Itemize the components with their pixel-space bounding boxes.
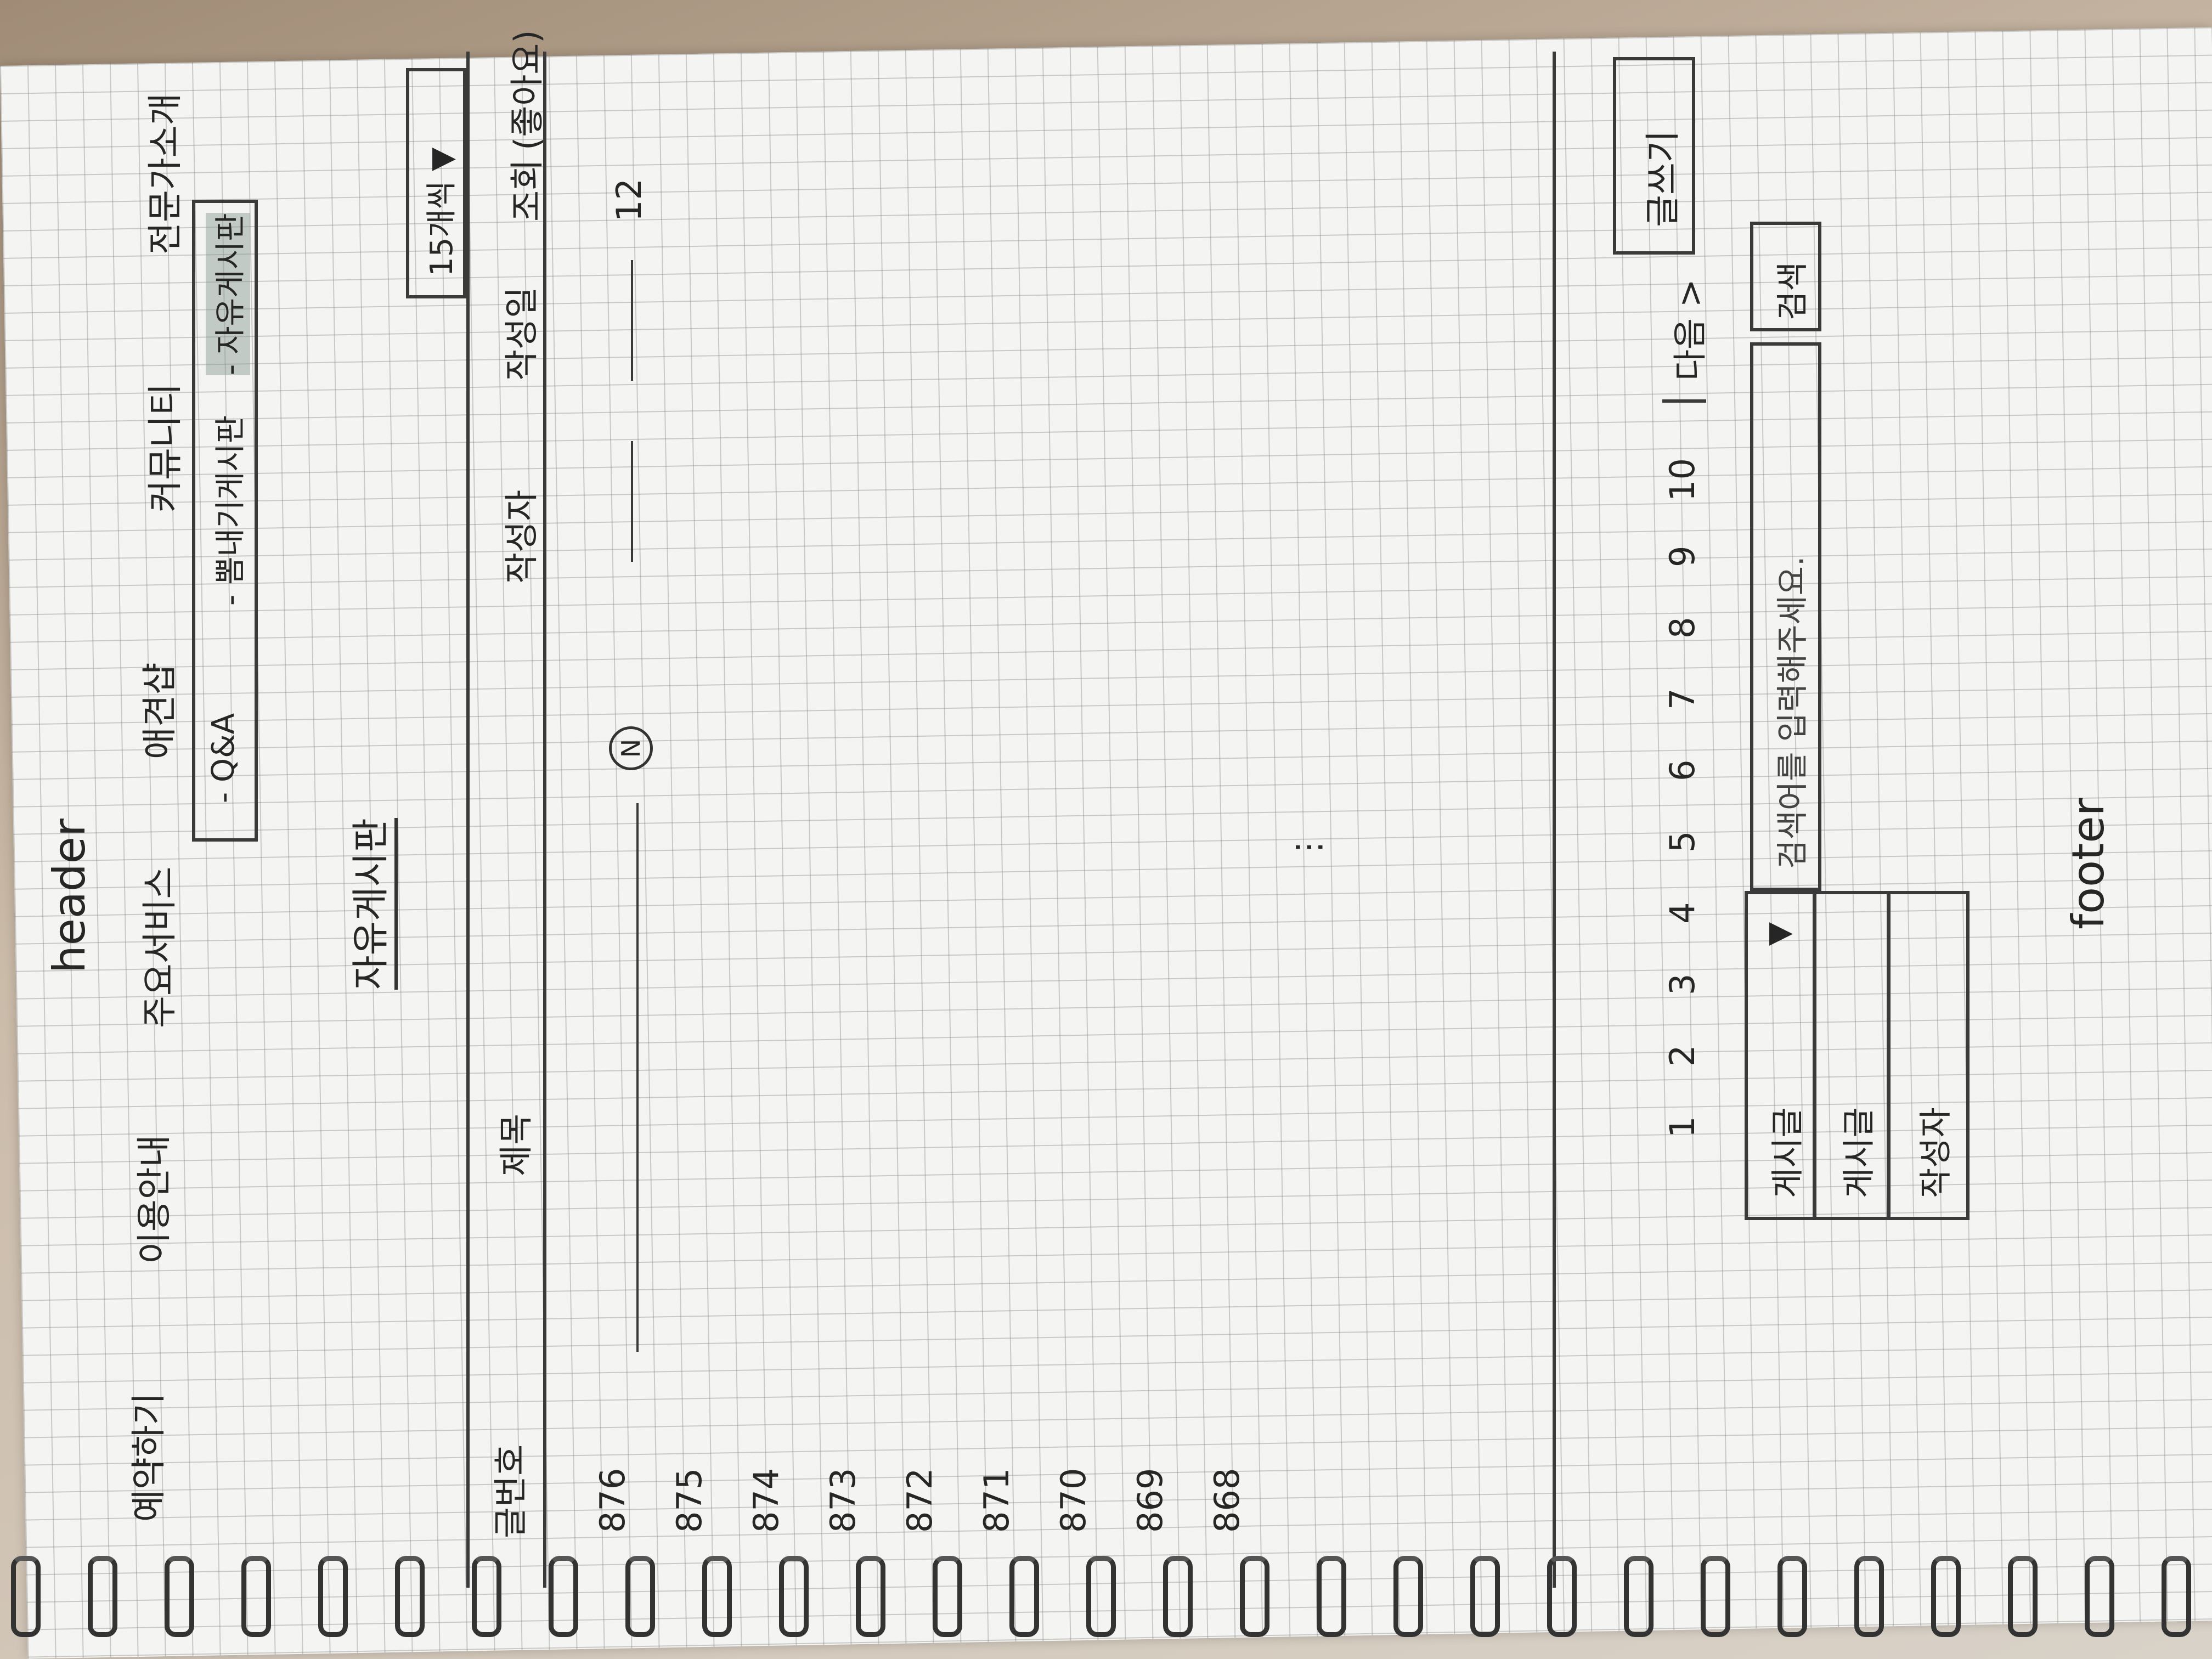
spiral-ring [1393,1556,1423,1637]
spiral-ring [702,1556,732,1637]
search-type-option-label: 작성자 [1917,1107,1955,1198]
pagination-page[interactable]: 7 [1662,689,1702,710]
pagination-page[interactable]: 4 [1662,902,1702,924]
spiral-ring [2008,1556,2038,1637]
pagination-page[interactable]: 2 [1662,1045,1702,1066]
spiral-ring [779,1556,809,1637]
search-type-option-label: 게시글 [1840,1107,1878,1198]
wireframe-sketch: header 예약하기 이용안내 주요서비스 애견샵 커뮤니티 전문가소개 - … [0,0,2212,1659]
spiral-ring [933,1556,962,1637]
spiral-ring [88,1556,117,1637]
spiral-binding [0,1549,2212,1659]
table-row-number[interactable]: 873 [823,1468,863,1533]
spiral-ring [1009,1556,1039,1637]
spiral-ring [1317,1556,1346,1637]
spiral-ring [1624,1556,1654,1637]
nav-item-services[interactable]: 주요서비스 [132,867,182,1028]
pagination-page[interactable]: 8 [1662,617,1702,639]
pagination-next-button[interactable]: 다음 > [1662,279,1712,381]
pagination-divider [1662,399,1706,403]
spiral-ring [1240,1556,1269,1637]
table-row-number[interactable]: 876 [592,1468,633,1533]
table-row-number[interactable]: 872 [900,1468,940,1533]
nav-item-community[interactable]: 커뮤니티 [137,383,188,512]
spiral-ring [549,1556,578,1637]
continuation-dots: ⋮ [1289,831,1328,864]
row-date-placeholder-line [631,260,633,381]
column-header-views: 조회 [507,159,547,222]
table-top-rule [466,52,470,1588]
spiral-ring [1547,1556,1577,1637]
spiral-ring [2085,1556,2114,1637]
column-header-likes: (좋아요) [507,30,547,151]
pagination-page[interactable]: 9 [1662,546,1702,567]
row-author-placeholder-line [631,441,633,562]
nav-item-reservation[interactable]: 예약하기 [121,1392,171,1522]
page-title: 자유게시판 [340,818,398,990]
column-header-date: 작성일 [501,286,541,381]
write-post-button-label: 글쓰기 [1643,130,1684,227]
spiral-ring [165,1556,194,1637]
spiral-ring [1470,1556,1500,1637]
nav-item-guide[interactable]: 이용안내 [126,1135,177,1264]
per-page-select-value: 15개씩 ▼ [424,147,460,276]
spiral-ring [625,1556,655,1637]
spiral-ring [318,1556,348,1637]
spiral-ring [1086,1556,1116,1637]
footer-label: footer [2063,798,2114,929]
table-row-number[interactable]: 868 [1207,1468,1247,1533]
table-row-number[interactable]: 870 [1053,1468,1093,1533]
nav-item-experts[interactable]: 전문가소개 [137,93,188,255]
spiral-ring [1163,1556,1193,1637]
table-row-number[interactable]: 875 [669,1468,709,1533]
spiral-ring [472,1556,501,1637]
table-row-number[interactable]: 871 [977,1468,1017,1533]
header-label: header [44,819,95,973]
nav-item-pet-shop[interactable]: 애견샵 [132,662,182,759]
spiral-ring [11,1556,41,1637]
pagination-page[interactable]: 6 [1662,760,1702,781]
spiral-ring [1778,1556,1807,1637]
dropdown-item-free-board[interactable]: - 자유게시판 [206,213,250,375]
column-header-author: 작성자 [501,489,541,584]
spiral-ring [1701,1556,1730,1637]
search-button-label: 검색 [1774,262,1811,320]
dropdown-item-showoff-board[interactable]: - 뽐내기게시판 [206,415,250,606]
spiral-ring [395,1556,425,1637]
pagination-page[interactable]: 10 [1662,458,1702,501]
spiral-ring [1854,1556,1884,1637]
column-header-title: 제목 [496,1113,536,1176]
spiral-ring [2162,1556,2191,1637]
pagination-page[interactable]: 3 [1662,974,1702,995]
spiral-ring [241,1556,271,1637]
chevron-down-icon: ▼ [1761,922,1797,946]
column-header-number: 글번호 [490,1444,531,1538]
spiral-ring [1931,1556,1961,1637]
row-views: 12 [609,178,649,222]
dropdown-item-qna[interactable]: - Q&A [206,713,241,803]
row-title-placeholder-line [636,803,639,1352]
pagination-page[interactable]: 5 [1662,831,1702,853]
table-header-rule [543,52,546,1588]
search-type-select-value: 게시글 [1769,1107,1807,1198]
search-input-placeholder: 검색어를 입력해주세요. [1774,556,1811,869]
pagination-page[interactable]: 1 [1662,1116,1702,1138]
table-row-number[interactable]: 874 [746,1468,786,1533]
spiral-ring [856,1556,885,1637]
table-row-number[interactable]: 869 [1130,1468,1170,1533]
content-bottom-rule [1553,52,1556,1588]
new-post-badge: N [609,726,653,770]
